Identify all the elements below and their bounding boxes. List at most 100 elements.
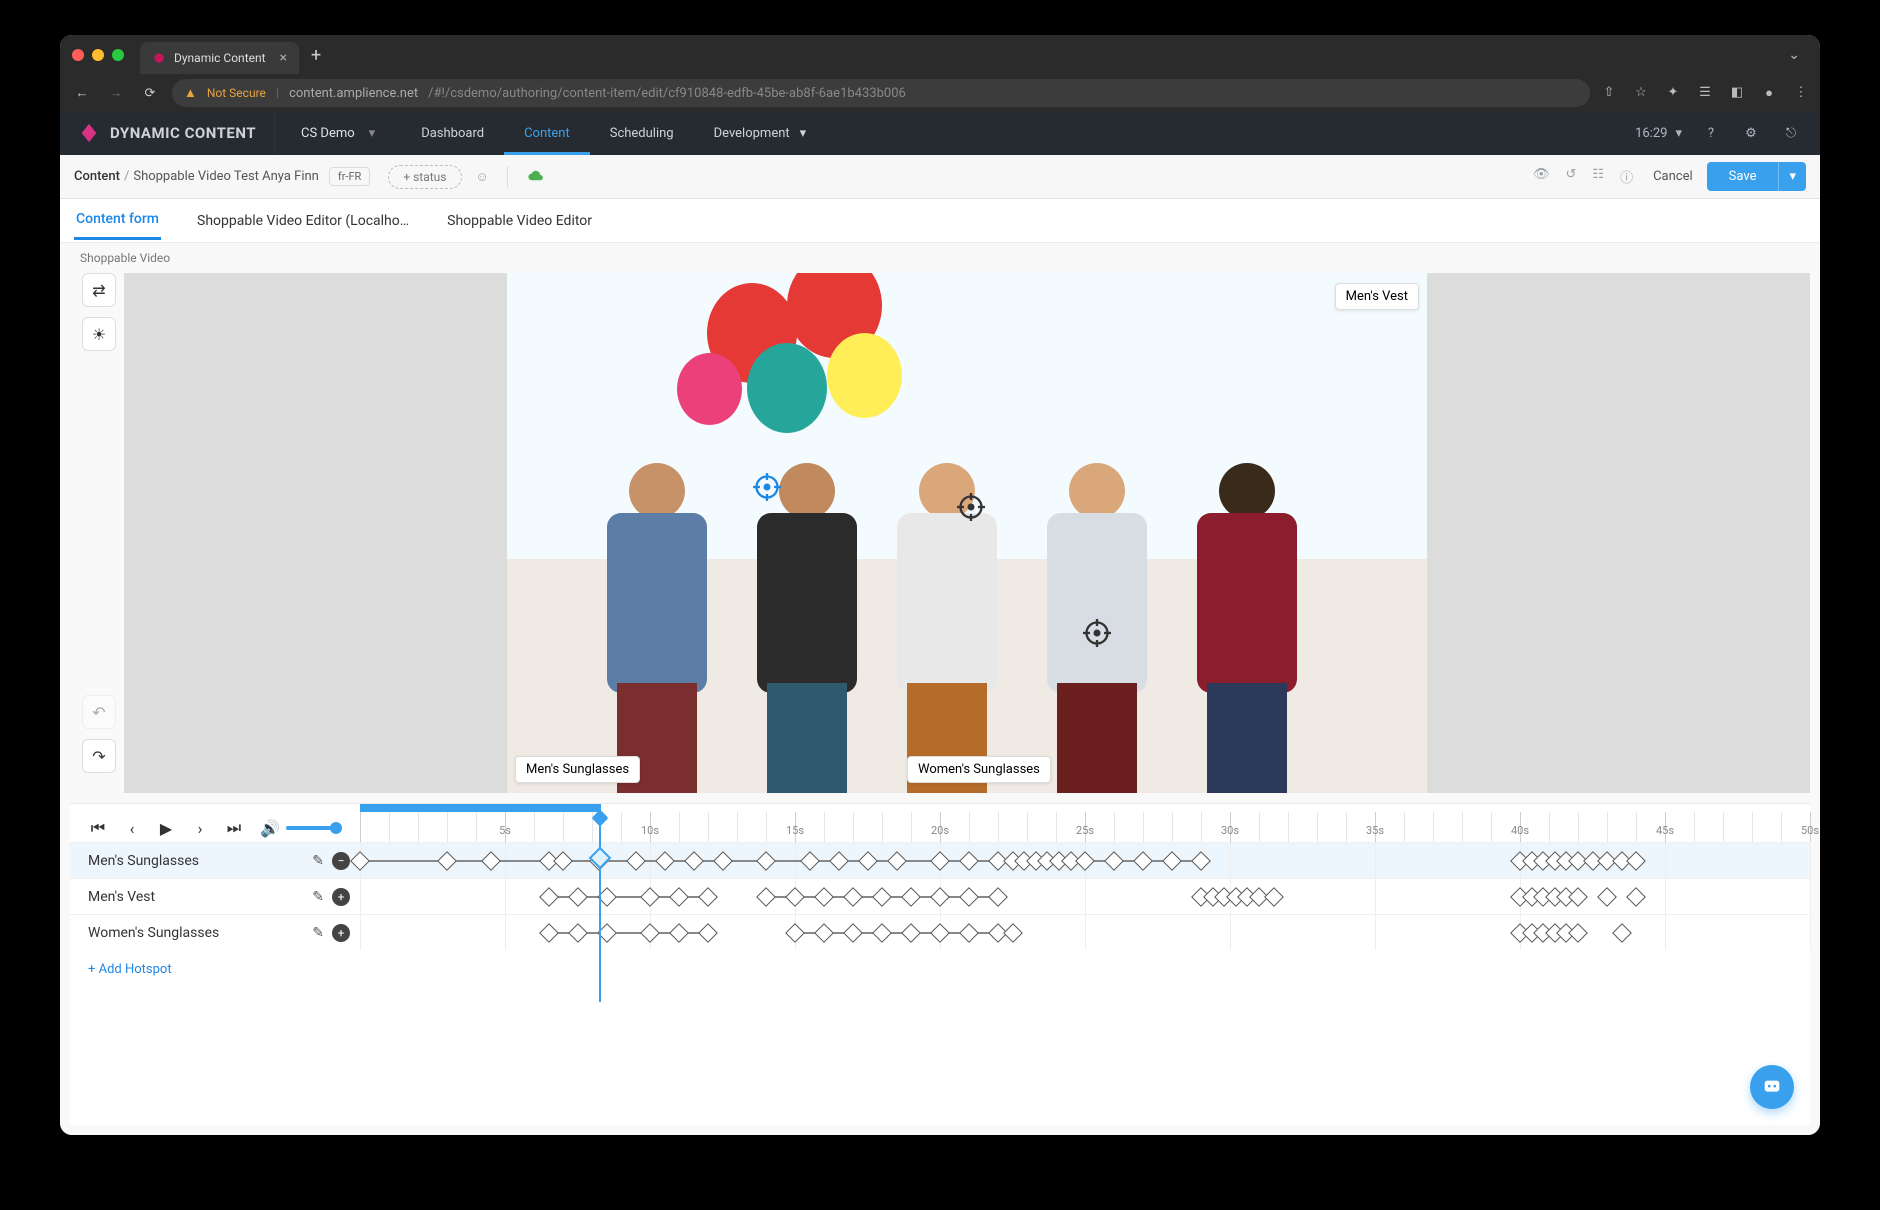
hotspot-target-icon[interactable] bbox=[957, 493, 985, 521]
timeline-row[interactable]: Women's Sunglasses ✎ + bbox=[70, 914, 1810, 950]
bookmark-icon[interactable]: ☆ bbox=[1632, 85, 1650, 101]
new-tab-button[interactable]: + bbox=[299, 45, 333, 66]
keyframe-icon[interactable] bbox=[930, 851, 950, 871]
keyframe-icon[interactable] bbox=[872, 887, 892, 907]
keyframe-icon[interactable] bbox=[843, 887, 863, 907]
hotspot-label-womens-sunglasses[interactable]: Women's Sunglasses bbox=[907, 756, 1051, 783]
add-status-button[interactable]: + status bbox=[388, 165, 461, 189]
keyframe-icon[interactable] bbox=[756, 887, 776, 907]
keyframe-icon[interactable] bbox=[1104, 851, 1124, 871]
nav-scheduling[interactable]: Scheduling bbox=[590, 111, 694, 155]
tab-editor-local[interactable]: Shoppable Video Editor (Localho… bbox=[195, 203, 411, 239]
profile-icon[interactable]: ● bbox=[1760, 85, 1778, 101]
keyframe-icon[interactable] bbox=[1162, 851, 1182, 871]
browser-tab[interactable]: Dynamic Content × bbox=[140, 42, 299, 74]
keyframe-icon[interactable] bbox=[539, 923, 559, 943]
keyframe-icon[interactable] bbox=[553, 851, 573, 871]
close-window-icon[interactable] bbox=[72, 49, 84, 61]
keyframe-icon[interactable] bbox=[814, 923, 834, 943]
save-dropdown-icon[interactable]: ▾ bbox=[1778, 162, 1806, 191]
keyframe-icon[interactable] bbox=[959, 887, 979, 907]
nav-forward-icon[interactable]: → bbox=[104, 85, 128, 101]
keyframe-icon[interactable] bbox=[669, 923, 689, 943]
keyframe-icon[interactable] bbox=[1003, 923, 1023, 943]
add-hotspot-link[interactable]: + Add Hotspot bbox=[88, 962, 172, 977]
keyframe-icon[interactable] bbox=[626, 851, 646, 871]
timeline-row[interactable]: Men's Sunglasses ✎ − bbox=[70, 842, 1810, 878]
hotspot-label-mens-sunglasses[interactable]: Men's Sunglasses bbox=[515, 756, 640, 783]
cancel-button[interactable]: Cancel bbox=[1653, 169, 1693, 184]
logout-icon[interactable]: ⎋ bbox=[1780, 122, 1802, 144]
nav-reload-icon[interactable]: ⟳ bbox=[138, 86, 162, 101]
keyframe-icon[interactable] bbox=[640, 887, 660, 907]
keyframe-icon[interactable] bbox=[887, 851, 907, 871]
redo-icon[interactable]: ↷ bbox=[82, 739, 116, 773]
play-icon[interactable]: ▶ bbox=[152, 814, 180, 842]
keyframe-icon[interactable] bbox=[814, 887, 834, 907]
info-icon[interactable]: ⓘ bbox=[1620, 167, 1633, 186]
breadcrumb-root[interactable]: Content bbox=[74, 169, 120, 184]
keyframe-icon[interactable] bbox=[959, 923, 979, 943]
keyframe-icon[interactable] bbox=[684, 851, 704, 871]
keyframe-icon[interactable] bbox=[988, 887, 1008, 907]
keyframe-icon[interactable] bbox=[858, 851, 878, 871]
preview-icon[interactable]: 👁 bbox=[1533, 167, 1550, 186]
assignee-icon[interactable]: ☺ bbox=[476, 169, 489, 185]
calendar-icon[interactable]: ☷ bbox=[1592, 167, 1604, 186]
minimize-window-icon[interactable] bbox=[92, 49, 104, 61]
chat-fab-icon[interactable] bbox=[1750, 1065, 1794, 1109]
keyframe-icon[interactable] bbox=[1597, 887, 1617, 907]
help-icon[interactable]: ? bbox=[1700, 122, 1722, 144]
remove-keyframe-icon[interactable]: − bbox=[332, 852, 350, 870]
keyframe-icon[interactable] bbox=[539, 887, 559, 907]
keyframe-icon[interactable] bbox=[713, 851, 733, 871]
keyframe-icon[interactable] bbox=[1568, 887, 1588, 907]
step-forward-icon[interactable]: › bbox=[186, 814, 214, 842]
add-keyframe-icon[interactable]: + bbox=[332, 888, 350, 906]
keyframe-icon[interactable] bbox=[1626, 851, 1646, 871]
share-icon[interactable]: ⇧ bbox=[1600, 85, 1618, 101]
settings-icon[interactable]: ⚙ bbox=[1740, 122, 1762, 144]
history-icon[interactable]: ↺ bbox=[1566, 167, 1577, 186]
keyframe-icon[interactable] bbox=[568, 923, 588, 943]
keyframe-icon[interactable] bbox=[481, 851, 501, 871]
timeline-row[interactable]: Men's Vest ✎ + bbox=[70, 878, 1810, 914]
nav-back-icon[interactable]: ← bbox=[70, 85, 94, 101]
keyframe-icon[interactable] bbox=[930, 887, 950, 907]
tabs-overflow-icon[interactable]: ⌄ bbox=[1780, 47, 1808, 63]
brightness-tool-icon[interactable]: ☀ bbox=[82, 317, 116, 351]
timeline-ruler[interactable]: 5s10s15s20s25s30s35s40s45s50s bbox=[360, 804, 1810, 842]
save-button[interactable]: Save bbox=[1707, 162, 1779, 191]
tab-close-icon[interactable]: × bbox=[280, 50, 287, 66]
playhead[interactable] bbox=[599, 804, 601, 1002]
add-keyframe-icon[interactable]: + bbox=[332, 924, 350, 942]
keyframe-icon[interactable] bbox=[785, 887, 805, 907]
keyframe-icon[interactable] bbox=[568, 887, 588, 907]
reading-list-icon[interactable]: ☰ bbox=[1696, 85, 1714, 101]
video-preview[interactable]: Men's Vest Men's Sunglasses Women's Sung… bbox=[507, 273, 1427, 793]
url-field[interactable]: ▲ Not Secure | content.amplience.net/#!/… bbox=[172, 79, 1590, 107]
keyframe-icon[interactable] bbox=[1075, 851, 1095, 871]
keyframe-icon[interactable] bbox=[655, 851, 675, 871]
keyframe-icon[interactable] bbox=[1568, 923, 1588, 943]
keyframe-icon[interactable] bbox=[829, 851, 849, 871]
hotspot-target-icon[interactable] bbox=[753, 473, 781, 501]
clock[interactable]: 16:29 ▾ bbox=[1635, 126, 1682, 141]
tab-editor[interactable]: Shoppable Video Editor bbox=[445, 203, 594, 239]
keyframe-icon[interactable] bbox=[959, 851, 979, 871]
keyframe-icon[interactable] bbox=[1612, 923, 1632, 943]
keyframe-icon[interactable] bbox=[669, 887, 689, 907]
volume-control[interactable]: 🔊 bbox=[260, 819, 336, 838]
keyframe-icon[interactable] bbox=[640, 923, 660, 943]
edit-icon[interactable]: ✎ bbox=[312, 853, 324, 869]
side-panel-icon[interactable]: ◧ bbox=[1728, 85, 1746, 101]
keyframe-icon[interactable] bbox=[901, 887, 921, 907]
nav-content[interactable]: Content bbox=[504, 111, 590, 155]
keyframe-icon[interactable] bbox=[785, 923, 805, 943]
undo-icon[interactable]: ↶ bbox=[82, 695, 116, 729]
nav-dashboard[interactable]: Dashboard bbox=[401, 111, 504, 155]
keyframe-icon[interactable] bbox=[1191, 851, 1211, 871]
keyframe-icon[interactable] bbox=[930, 923, 950, 943]
brand[interactable]: DYNAMIC CONTENT bbox=[60, 122, 274, 144]
keyframe-icon[interactable] bbox=[698, 887, 718, 907]
